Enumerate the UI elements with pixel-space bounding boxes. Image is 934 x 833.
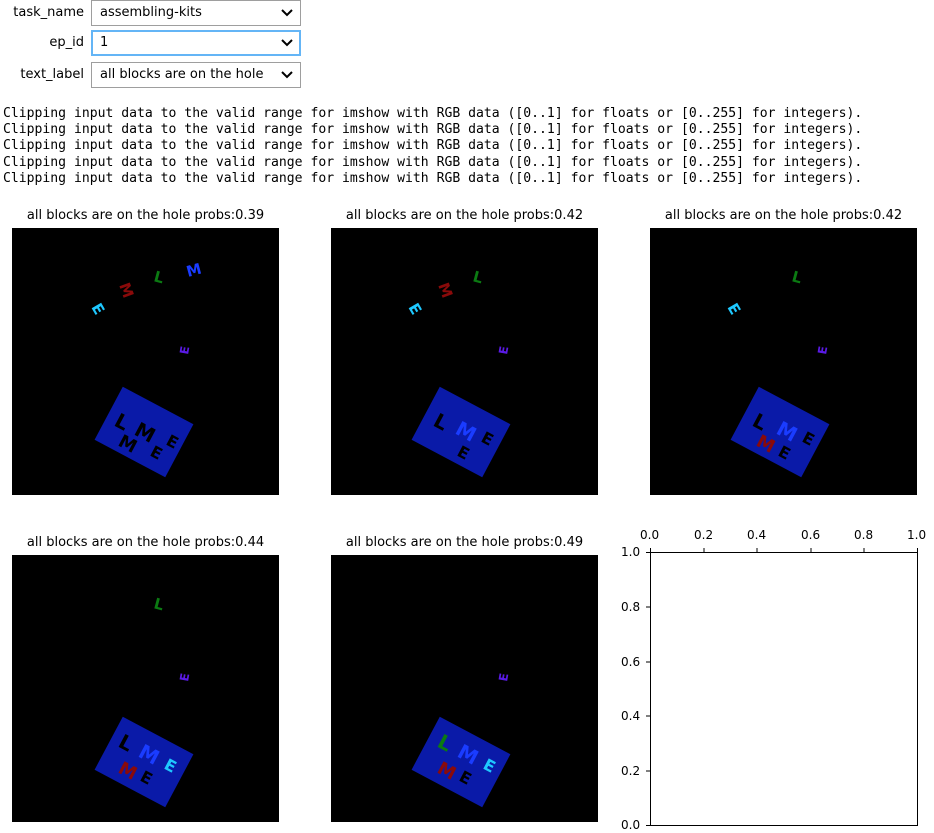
svg-text:E: E [177, 345, 192, 356]
x-tick-label: 0.2 [694, 528, 714, 542]
ep-id-label-box: ep_id [0, 30, 84, 58]
ep-id-value: 1 [100, 35, 109, 50]
ep-id-dropdown[interactable]: 1 [91, 30, 301, 56]
console-line: Clipping input data to the valid range f… [3, 170, 863, 186]
svg-text:M: M [434, 280, 456, 300]
scene-image-3: L M E M E E L E [650, 228, 917, 495]
text-label-label: text_label [20, 67, 84, 82]
axes-ticks [646, 548, 918, 826]
console-line: Clipping input data to the valid range f… [3, 138, 863, 154]
svg-text:M: M [115, 280, 137, 300]
empty-axes [646, 548, 918, 826]
panel-title: all blocks are on the hole probs:0.42 [345, 208, 584, 223]
ep-id-label: ep_id [49, 35, 84, 50]
x-tick-label: 0.8 [854, 528, 874, 542]
svg-text:E: E [496, 345, 511, 356]
panel-title: all blocks are on the hole probs:0.44 [26, 535, 265, 550]
svg-text:L: L [152, 267, 166, 287]
svg-text:L: L [152, 594, 166, 614]
svg-text:E: E [815, 345, 830, 356]
scene-image-1: L M E M E E M L M E [12, 228, 279, 495]
text-label-label-box: text_label [0, 62, 84, 90]
svg-text:L: L [471, 267, 485, 287]
y-tick-label: 0.6 [621, 655, 641, 669]
panel-title: all blocks are on the hole probs:0.39 [26, 208, 265, 223]
y-tick-label: 0.2 [621, 764, 641, 778]
svg-text:M: M [184, 260, 203, 281]
text-label-value: all blocks are on the hole [100, 67, 264, 82]
chevron-down-icon [281, 39, 293, 47]
task-name-widget: task_name assembling-kits [0, 0, 302, 28]
stderr-output: Clipping input data to the valid range f… [3, 106, 862, 187]
y-tick-label: 0.4 [621, 709, 641, 723]
task-name-label-box: task_name [0, 0, 84, 28]
scene-image-5: L M E M E E [331, 555, 598, 822]
console-line: Clipping input data to the valid range f… [3, 106, 863, 121]
svg-text:E: E [405, 300, 426, 318]
ep-id-widget: ep_id 1 [0, 30, 302, 58]
console-line: Clipping input data to the valid range f… [3, 122, 863, 138]
x-tick-label: 0.4 [747, 528, 767, 542]
chevron-down-icon [281, 9, 293, 17]
console-line: Clipping input data to the valid range f… [3, 154, 863, 170]
y-tick-label: 1.0 [621, 545, 641, 559]
scene-image-4: L M E M E L E [12, 555, 279, 822]
svg-text:E: E [496, 672, 511, 683]
text-label-widget: text_label all blocks are on the hole [0, 62, 302, 90]
chevron-down-icon [281, 71, 293, 79]
x-tick-label: 0.6 [801, 528, 821, 542]
x-tick-label: 0.0 [640, 528, 660, 542]
y-tick-label: 0.0 [621, 818, 641, 832]
svg-text:L: L [790, 267, 804, 287]
task-name-value: assembling-kits [100, 5, 202, 20]
text-label-dropdown[interactable]: all blocks are on the hole [91, 62, 301, 88]
scene-image-2: L M E E E M L E [331, 228, 598, 495]
x-tick-label: 1.0 [907, 528, 927, 542]
y-tick-label: 0.8 [621, 600, 641, 614]
svg-text:E: E [177, 672, 192, 683]
panel-title: all blocks are on the hole probs:0.49 [345, 535, 584, 550]
task-name-label: task_name [13, 5, 84, 20]
panel-title: all blocks are on the hole probs:0.42 [664, 208, 903, 223]
svg-text:E: E [88, 300, 109, 318]
svg-text:E: E [724, 300, 745, 318]
task-name-dropdown[interactable]: assembling-kits [91, 0, 301, 26]
